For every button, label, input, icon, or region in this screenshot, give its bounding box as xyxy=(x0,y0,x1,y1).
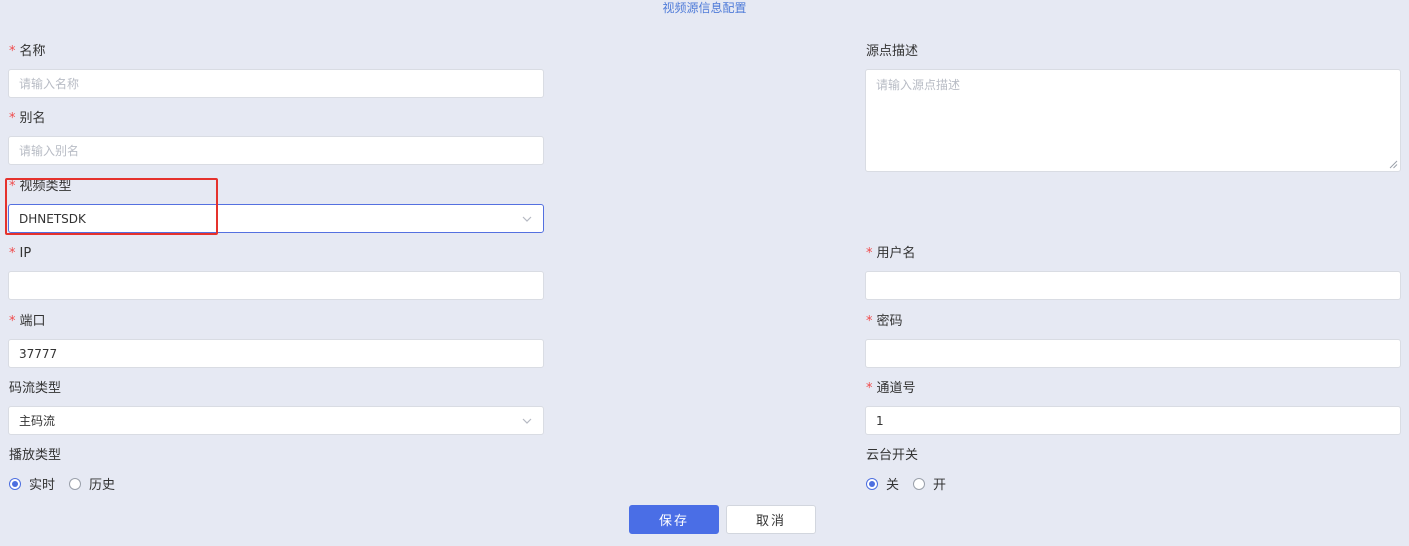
play-type-option-label: 历史 xyxy=(89,478,116,493)
required-mark: * xyxy=(866,314,873,329)
username-input[interactable] xyxy=(865,271,1401,300)
channel-value: 1 xyxy=(876,413,884,428)
resize-handle-icon[interactable] xyxy=(1389,160,1398,169)
chevron-down-icon xyxy=(522,216,532,222)
video-type-select[interactable]: DHNETSDK xyxy=(8,204,544,233)
ip-input[interactable] xyxy=(8,271,544,300)
channel-label: * 通道号 xyxy=(866,381,916,396)
username-label: * 用户名 xyxy=(866,246,916,261)
stream-type-value: 主码流 xyxy=(19,414,56,428)
chevron-down-icon xyxy=(522,418,532,424)
required-mark: * xyxy=(9,111,16,126)
stream-type-label: 码流类型 xyxy=(9,381,62,396)
ptz-option-label: 关 xyxy=(886,478,900,493)
required-mark: * xyxy=(866,381,873,396)
alias-input[interactable]: 请输入别名 xyxy=(8,136,544,165)
cancel-button[interactable]: 取消 xyxy=(726,505,816,534)
channel-input[interactable]: 1 xyxy=(865,406,1401,435)
required-mark: * xyxy=(9,314,16,329)
description-textarea[interactable]: 请输入源点描述 xyxy=(865,69,1401,172)
ptz-option-off[interactable]: 关 xyxy=(866,474,899,493)
description-placeholder: 请输入源点描述 xyxy=(876,78,961,92)
ptz-switch-radio-group: 关 开 xyxy=(866,474,960,493)
name-input[interactable]: 请输入名称 xyxy=(8,69,544,98)
password-label: * 密码 xyxy=(866,314,903,329)
video-type-label: * 视频类型 xyxy=(9,179,72,194)
play-type-radio-group: 实时 历史 xyxy=(9,474,129,493)
alias-placeholder: 请输入别名 xyxy=(19,144,80,158)
ptz-option-label: 开 xyxy=(933,478,947,493)
description-label: 源点描述 xyxy=(866,44,919,59)
ptz-switch-label: 云台开关 xyxy=(866,448,919,463)
radio-checked-icon[interactable] xyxy=(866,477,878,490)
save-button[interactable]: 保存 xyxy=(629,505,719,534)
ptz-option-on[interactable]: 开 xyxy=(913,474,946,493)
play-type-option-realtime[interactable]: 实时 xyxy=(9,474,55,493)
required-mark: * xyxy=(9,179,16,194)
password-input[interactable] xyxy=(865,339,1401,368)
radio-unchecked-icon[interactable] xyxy=(69,477,82,490)
ip-label: * IP xyxy=(9,246,32,261)
page-title: 视频源信息配置 xyxy=(662,1,747,15)
play-type-option-history[interactable]: 历史 xyxy=(69,474,115,493)
required-mark: * xyxy=(9,44,16,59)
name-placeholder: 请输入名称 xyxy=(19,77,80,91)
port-value: 37777 xyxy=(19,346,58,361)
play-type-label: 播放类型 xyxy=(9,448,62,463)
play-type-option-label: 实时 xyxy=(29,478,56,493)
required-mark: * xyxy=(9,246,16,261)
port-input[interactable]: 37777 xyxy=(8,339,544,368)
name-label: * 名称 xyxy=(9,44,46,59)
required-mark: * xyxy=(866,246,873,261)
alias-label: * 别名 xyxy=(9,111,46,126)
port-label: * 端口 xyxy=(9,314,46,329)
stream-type-select[interactable]: 主码流 xyxy=(8,406,544,435)
radio-unchecked-icon[interactable] xyxy=(913,477,926,490)
video-type-value: DHNETSDK xyxy=(19,211,86,226)
radio-checked-icon[interactable] xyxy=(9,477,21,490)
